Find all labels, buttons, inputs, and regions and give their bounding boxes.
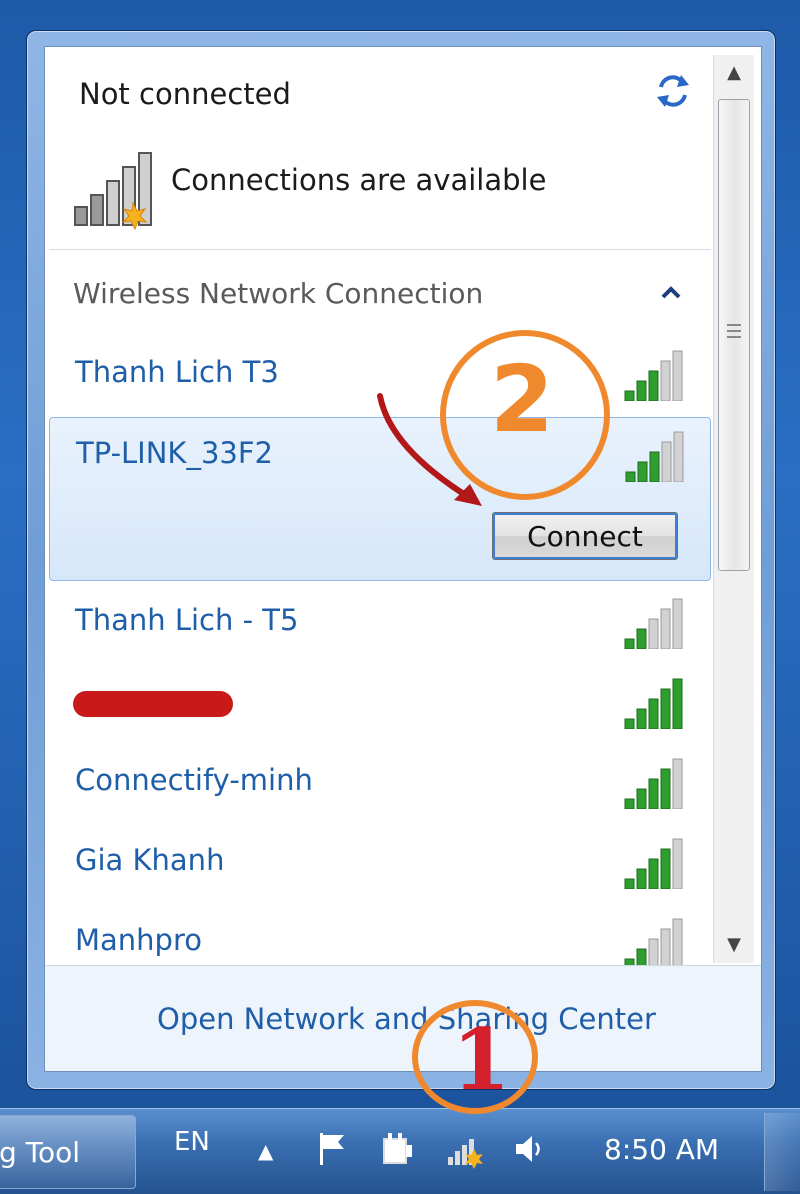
network-name: Thanh Lich T3: [75, 355, 279, 389]
show-desktop-button[interactable]: [764, 1113, 800, 1191]
speaker-icon[interactable]: [510, 1129, 550, 1169]
signal-bar: [661, 441, 672, 482]
section-header: Wireless Network Connection: [73, 277, 484, 310]
network-name: Connectify-minh: [75, 763, 313, 797]
signal-icon: [625, 431, 684, 482]
network-item[interactable]: Connectify-minh: [49, 745, 713, 825]
language-indicator[interactable]: EN: [174, 1127, 210, 1157]
signal-icon: [74, 152, 152, 231]
signal-bar: [649, 451, 660, 482]
signal-bar: [648, 778, 659, 809]
network-item[interactable]: Gia Khanh: [49, 825, 713, 905]
chevron-up-icon[interactable]: [655, 277, 687, 309]
signal-bar: [636, 788, 647, 809]
network-icon[interactable]: [444, 1129, 484, 1169]
signal-bar: [672, 678, 683, 729]
signal-bar: [624, 718, 635, 729]
network-item[interactable]: Thanh Lich - T5: [49, 585, 713, 665]
signal-icon: [624, 758, 683, 809]
signal-bar: [636, 380, 647, 401]
scroll-down-icon[interactable]: ▼: [714, 927, 754, 963]
redaction-mark: [73, 691, 233, 717]
taskbar-app-button[interactable]: g Tool: [0, 1115, 136, 1189]
network-name: Gia Khanh: [75, 843, 225, 877]
signal-bar: [660, 360, 671, 401]
signal-bar: [660, 688, 671, 729]
signal-bar: [648, 698, 659, 729]
scrollbar[interactable]: ▲ ▼: [713, 55, 754, 963]
signal-bar: [624, 638, 635, 649]
connections-available-text: Connections are available: [171, 163, 547, 197]
network-name: TP-LINK_33F2: [76, 436, 273, 470]
signal-bar: [673, 431, 684, 482]
grip-line: [727, 330, 741, 332]
signal-icon: [624, 838, 683, 889]
power-icon[interactable]: [378, 1129, 418, 1169]
flag-icon[interactable]: [314, 1129, 354, 1169]
network-flyout: Not connected Connections are available …: [44, 46, 762, 1072]
connection-status: Not connected: [79, 77, 291, 111]
clock[interactable]: 8:50 AM: [604, 1133, 719, 1166]
signal-bar: [648, 858, 659, 889]
signal-bar: [660, 928, 671, 969]
signal-bar: [636, 868, 647, 889]
signal-icon: [624, 918, 683, 969]
signal-bar: [672, 918, 683, 969]
network-item[interactable]: Thanh Lich T3: [49, 337, 713, 417]
signal-icon: [624, 350, 683, 401]
signal-bar: [648, 370, 659, 401]
open-network-sharing-center-link[interactable]: Open Network and Sharing Center: [157, 1002, 656, 1036]
network-name: Manhpro: [75, 923, 202, 957]
show-hidden-icons-icon[interactable]: ▲: [258, 1139, 273, 1163]
taskbar: g Tool EN ▲ 8:50 AM: [0, 1108, 800, 1194]
signal-bar: [660, 768, 671, 809]
signal-bar: [624, 798, 635, 809]
network-name: Thanh Lich - T5: [75, 603, 299, 637]
signal-bar: [624, 878, 635, 889]
signal-bar: [672, 598, 683, 649]
flyout-footer: Open Network and Sharing Center: [45, 965, 761, 1071]
signal-bar: [624, 390, 635, 401]
signal-icon: [624, 598, 683, 649]
signal-bar: [648, 618, 659, 649]
signal-bar: [636, 628, 647, 649]
separator: [49, 249, 711, 250]
signal-bar: [660, 848, 671, 889]
signal-bar: [660, 608, 671, 649]
signal-bar: [672, 350, 683, 401]
network-item[interactable]: [49, 665, 713, 745]
scroll-up-icon[interactable]: ▲: [714, 55, 754, 91]
signal-bar: [637, 461, 648, 482]
signal-bar: [636, 708, 647, 729]
refresh-icon[interactable]: [653, 71, 693, 111]
signal-bar: [625, 471, 636, 482]
network-item-selected[interactable]: TP-LINK_33F2 Connect: [49, 417, 711, 581]
signal-bar: [672, 838, 683, 889]
grip-line: [727, 324, 741, 326]
signal-icon: [624, 678, 683, 729]
scrollbar-thumb[interactable]: [718, 99, 750, 571]
grip-line: [727, 336, 741, 338]
connect-button[interactable]: Connect: [492, 512, 678, 560]
signal-bar: [672, 758, 683, 809]
